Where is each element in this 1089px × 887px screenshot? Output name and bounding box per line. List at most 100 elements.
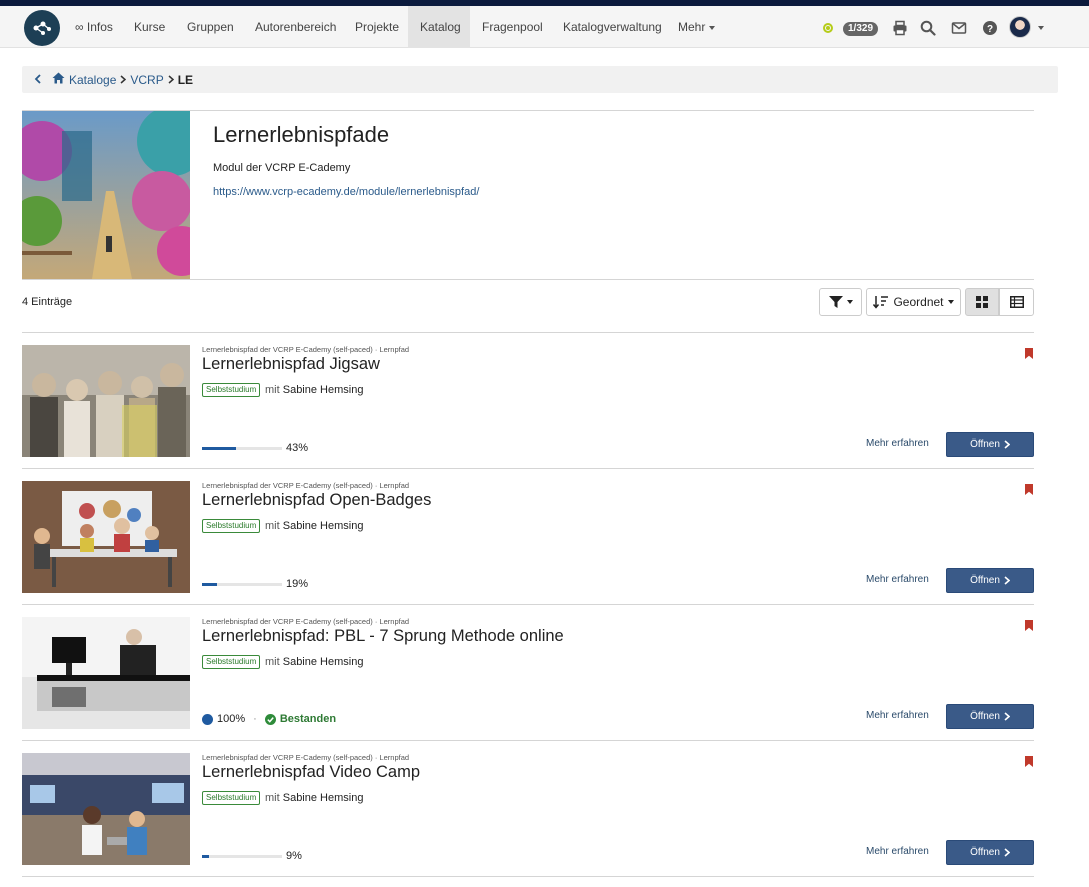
mehr-erfahren-link[interactable]: Mehr erfahren <box>866 846 929 857</box>
user-avatar[interactable] <box>1009 16 1031 38</box>
mehr-erfahren-link[interactable]: Mehr erfahren <box>866 574 929 585</box>
entry-owner-prefix: mit <box>265 384 280 396</box>
chevron-right-icon <box>1004 712 1010 721</box>
divider <box>22 279 1034 280</box>
entry-owner-prefix: mit <box>265 792 280 804</box>
entry-type-tag: Selbststudium <box>202 383 261 397</box>
nav-gruppen[interactable]: Gruppen <box>175 6 246 48</box>
back-chevron-icon[interactable] <box>34 72 42 87</box>
nav-kurse[interactable]: Kurse <box>122 6 177 48</box>
nav-katalogverwaltung[interactable]: Katalogverwaltung <box>551 6 674 48</box>
catalog-entry: Lernerlebnispfad der VCRP E-Cademy (self… <box>22 333 1034 469</box>
user-menu-chevron-icon[interactable] <box>1034 19 1044 37</box>
entry-owner-prefix: mit <box>265 520 280 532</box>
table-view-button[interactable] <box>999 288 1034 316</box>
nav-projekte[interactable]: Projekte <box>343 6 411 48</box>
bookmark-icon[interactable] <box>1025 620 1033 631</box>
breadcrumb-current: LE <box>177 72 194 87</box>
search-icon[interactable] <box>919 19 937 37</box>
entry-type-tag: Selbststudium <box>202 791 261 805</box>
bookmark-icon[interactable] <box>1025 756 1033 767</box>
entry-owner: mit Sabine Hemsing <box>265 384 363 396</box>
nav-katalog[interactable]: Katalog <box>408 6 470 48</box>
catalog-entry: Lernerlebnispfad der VCRP E-Cademy (self… <box>22 605 1034 741</box>
help-icon[interactable]: ? <box>981 19 999 37</box>
svg-text:?: ? <box>987 24 993 35</box>
breadcrumb-vcrp[interactable]: VCRP <box>130 73 163 87</box>
open-button[interactable]: Öffnen <box>946 432 1034 457</box>
entry-type-tag: Selbststudium <box>202 655 261 669</box>
open-button-label: Öffnen <box>970 439 1000 450</box>
nav-mehr[interactable]: Mehr <box>666 6 727 48</box>
chevron-down-icon <box>709 25 716 30</box>
divider <box>22 876 1034 877</box>
entry-type-tag: Selbststudium <box>202 519 261 533</box>
entry-thumbnail[interactable] <box>22 481 190 593</box>
mail-icon[interactable] <box>950 19 968 37</box>
nav-mehr-label: Mehr <box>678 20 706 34</box>
open-button[interactable]: Öffnen <box>946 568 1034 593</box>
entry-title[interactable]: Lernerlebnispfad Jigsaw <box>202 355 380 374</box>
top-navbar: ∞ Infos Kurse Gruppen Autorenbereich Pro… <box>0 6 1089 48</box>
open-button[interactable]: Öffnen <box>946 704 1034 729</box>
entry-thumbnail[interactable] <box>22 617 190 729</box>
progress-bar <box>202 855 282 858</box>
progress-fill <box>202 583 218 586</box>
mehr-erfahren-link[interactable]: Mehr erfahren <box>866 710 929 721</box>
sort-label: Geordnet <box>893 295 944 309</box>
progress-bar <box>202 447 282 450</box>
completion-status: 100% · Bestanden <box>202 713 336 725</box>
entry-title[interactable]: Lernerlebnispfad: PBL - 7 Sprung Methode… <box>202 627 564 646</box>
progress-fill <box>202 447 237 450</box>
open-button-label: Öffnen <box>970 711 1000 722</box>
breadcrumb-kataloge[interactable]: Kataloge <box>69 73 116 87</box>
open-button[interactable]: Öffnen <box>946 840 1034 865</box>
grid-view-button[interactable] <box>965 288 999 316</box>
notification-count-badge[interactable]: 1/329 <box>843 22 879 36</box>
mehr-erfahren-link[interactable]: Mehr erfahren <box>866 438 929 449</box>
entry-thumbnail[interactable] <box>22 753 190 865</box>
sort-button[interactable]: Geordnet <box>866 288 961 316</box>
module-link[interactable]: https://www.vcrp-ecademy.de/module/lerne… <box>213 186 479 198</box>
entry-thumbnail[interactable] <box>22 345 190 457</box>
entry-title[interactable]: Lernerlebnispfad Video Camp <box>202 763 420 782</box>
breadcrumb: Kataloge VCRP LE <box>22 66 1058 93</box>
breadcrumb-separator-icon <box>168 73 174 87</box>
open-button-label: Öffnen <box>970 847 1000 858</box>
separator-dot: · <box>253 713 257 725</box>
table-icon <box>1009 296 1024 308</box>
bookmark-icon[interactable] <box>1025 348 1033 359</box>
progress-label: 9% <box>286 850 302 862</box>
grid-icon <box>976 296 988 308</box>
catalog-entry: Lernerlebnispfad der VCRP E-Cademy (self… <box>22 469 1034 605</box>
entry-meta: Lernerlebnispfad der VCRP E-Cademy (self… <box>202 481 410 490</box>
entry-owner-name: Sabine Hemsing <box>282 792 364 804</box>
entry-count: 4 Einträge <box>22 296 73 308</box>
nav-fragenpool[interactable]: Fragenpool <box>470 6 555 48</box>
passed-label: Bestanden <box>279 713 337 725</box>
nav-autorenbereich[interactable]: Autorenbereich <box>243 6 348 48</box>
page-title: Lernerlebnispfade <box>213 122 390 147</box>
entry-owner-name: Sabine Hemsing <box>282 656 364 668</box>
app-logo[interactable] <box>24 10 60 46</box>
home-icon[interactable] <box>52 72 65 87</box>
print-icon[interactable] <box>891 19 909 37</box>
catalog-entry: Lernerlebnispfad der VCRP E-Cademy (self… <box>22 741 1034 877</box>
progress-label: 43% <box>286 442 309 454</box>
catalog-hero-image <box>22 111 190 279</box>
progress-bar <box>202 583 282 586</box>
entry-owner-prefix: mit <box>265 656 280 668</box>
online-status-icon[interactable] <box>823 23 833 33</box>
nav-infos[interactable]: ∞ Infos <box>63 6 125 48</box>
bookmark-icon[interactable] <box>1025 484 1033 495</box>
filter-icon <box>828 296 843 308</box>
chevron-right-icon <box>1004 576 1010 585</box>
entry-owner-name: Sabine Hemsing <box>282 384 364 396</box>
network-logo-icon <box>33 21 51 35</box>
entry-title[interactable]: Lernerlebnispfad Open-Badges <box>202 491 431 510</box>
sort-icon <box>873 296 889 309</box>
filter-button[interactable] <box>819 288 862 316</box>
entry-owner-name: Sabine Hemsing <box>282 520 364 532</box>
entry-meta: Lernerlebnispfad der VCRP E-Cademy (self… <box>202 345 410 354</box>
open-button-label: Öffnen <box>970 575 1000 586</box>
